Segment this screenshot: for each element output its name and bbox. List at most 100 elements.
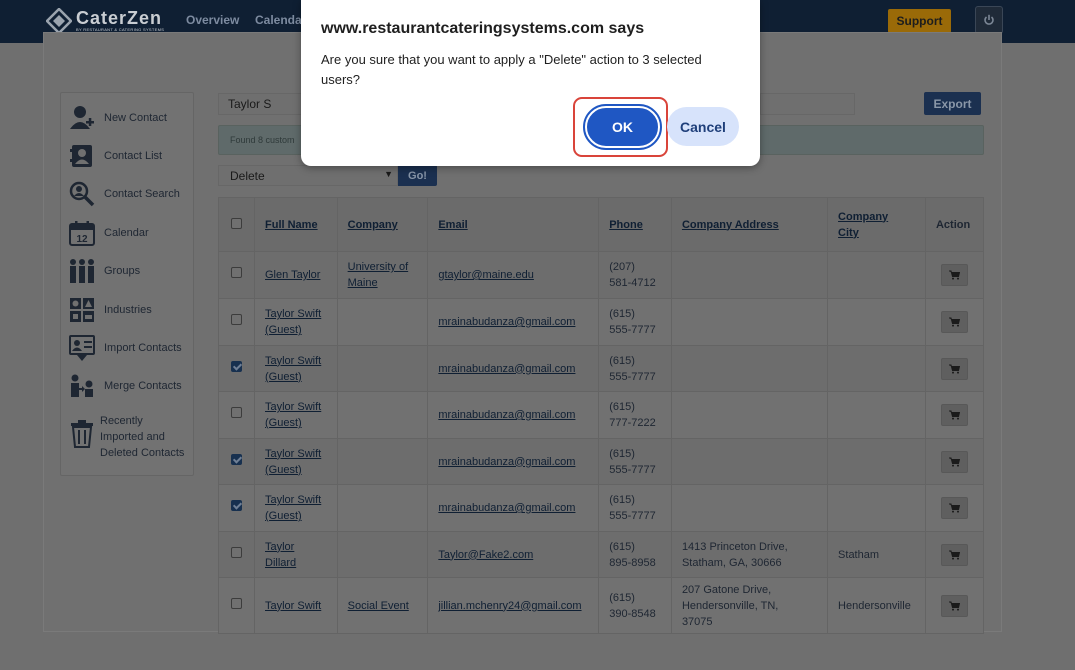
address-text: 207 Gatone Drive, xyxy=(681,583,772,596)
table-row: Taylor Swift (Guest) mrainabudanza@gmail.c… xyxy=(218,345,985,392)
contact-name-link[interactable]: Taylor Swift xyxy=(265,308,321,320)
header-full-name: Full Name xyxy=(254,197,338,252)
company-link[interactable]: Social Event xyxy=(348,600,409,612)
cell-email: jillian.mchenry24@gmail.com xyxy=(427,577,600,634)
order-button[interactable] xyxy=(940,594,968,617)
secondary-search-input[interactable] xyxy=(760,93,855,115)
cell-company-address: 207 Gatone Drive, Hendersonville, TN, 3707… xyxy=(670,577,829,634)
order-button[interactable] xyxy=(940,543,968,566)
email-link[interactable]: Taylor@Fake2.com xyxy=(438,549,533,561)
contact-name-link[interactable]: Taylor xyxy=(265,541,294,553)
order-button[interactable] xyxy=(940,357,968,380)
select-all-checkbox[interactable] xyxy=(231,217,242,229)
contact-name-link[interactable]: (Guest) xyxy=(265,464,302,476)
sort-company-link[interactable]: Company xyxy=(348,219,398,231)
nav-overview[interactable]: Overview xyxy=(186,13,239,27)
contact-name-link[interactable]: Glen Taylor xyxy=(265,269,320,281)
row-checkbox[interactable] xyxy=(231,267,242,278)
row-checkbox[interactable] xyxy=(231,453,242,465)
ok-button[interactable]: OK xyxy=(583,104,662,150)
row-checkbox[interactable] xyxy=(231,597,242,609)
sidebar-item-import-contacts[interactable]: Import Contacts xyxy=(69,335,182,361)
email-link[interactable]: mrainabudanza@gmail.com xyxy=(438,456,575,468)
contact-name-link[interactable]: Taylor Swift xyxy=(265,448,321,460)
sort-company-city-link[interactable]: Company City xyxy=(838,211,888,239)
cell-action xyxy=(924,298,985,346)
contact-name-link[interactable]: Dillard xyxy=(265,557,296,569)
sidebar-item-contact-list[interactable]: Contact List xyxy=(69,143,162,169)
header-company: Company xyxy=(336,197,429,252)
company-link[interactable]: University of xyxy=(348,261,409,273)
sidebar-item-industries[interactable]: Industries xyxy=(69,297,152,323)
cell-company-address xyxy=(670,251,829,299)
cancel-button[interactable]: Cancel xyxy=(667,107,739,146)
phone-text: (207) xyxy=(609,261,635,273)
contact-name-link[interactable]: (Guest) xyxy=(265,510,302,522)
order-button[interactable] xyxy=(940,404,968,426)
cart-icon xyxy=(948,364,960,374)
row-checkbox[interactable] xyxy=(231,407,242,418)
contact-search-input[interactable]: Taylor S xyxy=(218,93,302,115)
nav-calendar[interactable]: Calendar xyxy=(255,13,306,27)
caterzen-logo[interactable]: CaterZen BY RESTAURANT & CATERING SYSTEM… xyxy=(45,7,164,35)
go-button[interactable]: Go! xyxy=(398,165,437,186)
row-select-cell xyxy=(218,391,255,439)
export-button[interactable]: Export xyxy=(924,92,981,115)
contact-name-link[interactable]: Taylor Swift xyxy=(265,600,321,612)
industries-icon xyxy=(69,297,95,323)
order-button[interactable] xyxy=(940,264,968,286)
sort-full-name-link[interactable]: Full Name xyxy=(265,219,318,231)
cell-company-city xyxy=(827,345,926,392)
email-link[interactable]: mrainabudanza@gmail.com xyxy=(438,502,575,514)
phone-text: 390-8548 xyxy=(609,607,656,620)
cell-company xyxy=(336,484,429,532)
phone-text: (615) xyxy=(609,354,635,367)
sort-phone-link[interactable]: Phone xyxy=(609,219,643,231)
contact-list-icon xyxy=(69,143,95,169)
header-company-city-line: Company xyxy=(838,210,889,223)
contact-name-link[interactable]: Taylor Swift xyxy=(265,355,321,367)
power-button[interactable] xyxy=(975,6,1003,34)
contact-name-link[interactable]: (Guest) xyxy=(265,324,302,336)
contact-name-link[interactable]: (Guest) xyxy=(265,371,302,383)
cell-phone: (615) 555-7777 xyxy=(598,298,672,346)
sidebar-item-contact-search[interactable]: Contact Search xyxy=(69,181,180,207)
sidebar-item-recently-imported-deleted[interactable]: Recently Imported and Deleted Contacts xyxy=(69,413,184,461)
bulk-action-select[interactable]: Delete ▼ xyxy=(218,165,398,186)
row-select-cell xyxy=(218,251,255,299)
cell-company-address xyxy=(670,345,829,392)
row-checkbox[interactable] xyxy=(231,500,242,511)
cart-icon xyxy=(948,317,960,327)
email-link[interactable]: mrainabudanza@gmail.com xyxy=(438,363,575,375)
sidebar-item-new-contact[interactable]: New Contact xyxy=(69,105,167,131)
header-company-city-line: City xyxy=(838,226,859,239)
row-checkbox[interactable] xyxy=(231,314,242,325)
sidebar-item-label-line: Deleted Contacts xyxy=(100,447,185,459)
contact-name-link[interactable]: (Guest) xyxy=(265,417,302,429)
order-button[interactable] xyxy=(940,450,968,473)
sidebar-item-groups[interactable]: Groups xyxy=(69,258,140,284)
email-link[interactable]: jillian.mchenry24@gmail.com xyxy=(438,600,581,612)
cell-phone: (615) 895-8958 xyxy=(598,531,672,578)
contacts-sidebar: New Contact Contact List Contact Search … xyxy=(60,92,194,476)
email-link[interactable]: mrainabudanza@gmail.com xyxy=(438,316,575,328)
company-link[interactable]: Maine xyxy=(348,277,378,289)
contact-name-link[interactable]: Taylor Swift xyxy=(265,494,321,506)
email-link[interactable]: gtaylor@maine.edu xyxy=(438,269,534,281)
sidebar-item-calendar[interactable]: 12 Calendar xyxy=(69,220,149,246)
sort-email-link[interactable]: Email xyxy=(438,219,467,231)
order-button[interactable] xyxy=(940,497,968,519)
sidebar-item-merge-contacts[interactable]: Merge Contacts xyxy=(69,373,182,399)
order-button[interactable] xyxy=(940,311,968,333)
contact-name-link[interactable]: Taylor Swift xyxy=(265,401,321,413)
cell-company: Social Event xyxy=(336,577,429,634)
support-button[interactable]: Support xyxy=(888,9,951,33)
cell-phone: (615) 555-7777 xyxy=(598,484,672,532)
email-link[interactable]: mrainabudanza@gmail.com xyxy=(438,409,575,421)
row-checkbox[interactable] xyxy=(231,546,242,558)
header-company-city: Company City xyxy=(827,197,926,252)
cell-company xyxy=(336,391,429,439)
sort-company-address-link[interactable]: Company Address xyxy=(682,219,779,231)
row-checkbox[interactable] xyxy=(231,360,242,372)
cart-icon xyxy=(948,601,960,611)
